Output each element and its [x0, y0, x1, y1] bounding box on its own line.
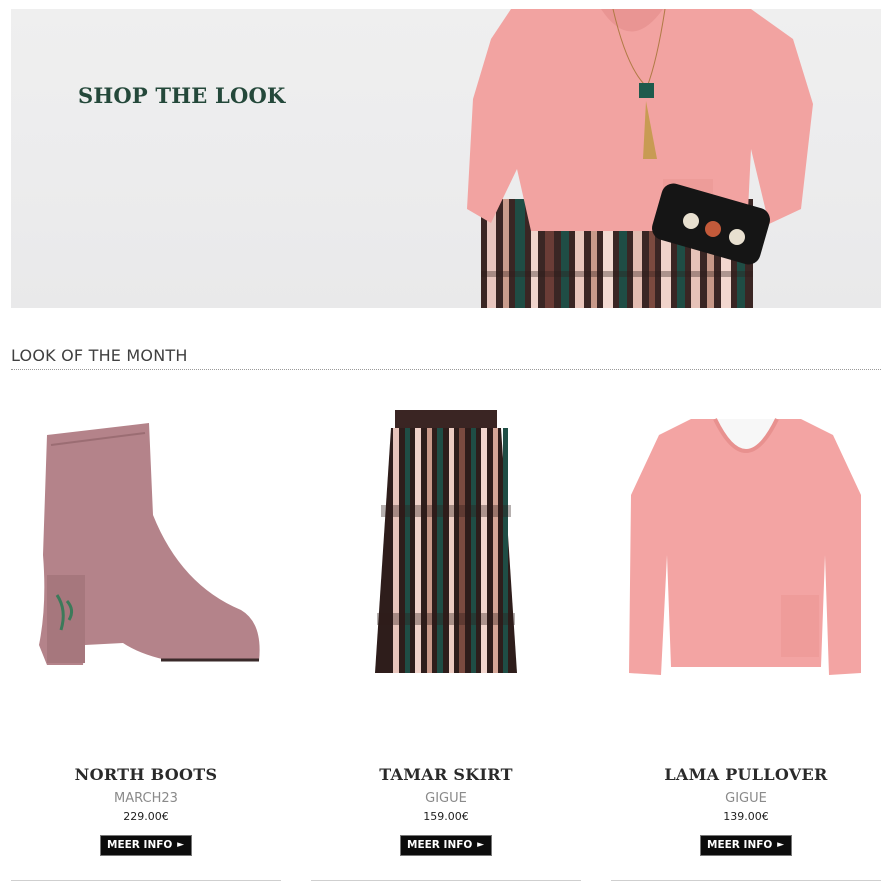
product-card: LAMA PULLOVER GIGUE 139.00€ MEER INFO ► — [611, 400, 881, 886]
product-card: NORTH BOOTS MARCH23 229.00€ MEER INFO ► — [11, 400, 281, 886]
product-image-pullover[interactable] — [611, 405, 881, 685]
hero-banner[interactable]: SHOP THE LOOK — [11, 9, 881, 308]
more-info-label: MEER INFO — [407, 839, 473, 851]
product-card: TAMAR SKIRT GIGUE 159.00€ MEER INFO ► — [311, 400, 581, 886]
arrow-right-icon: ► — [177, 840, 184, 850]
hero-outfit-image — [467, 9, 813, 308]
more-info-button[interactable]: MEER INFO ► — [400, 835, 492, 856]
product-brand: GIGUE — [725, 791, 767, 806]
product-price: 159.00€ — [423, 810, 469, 823]
product-image-skirt[interactable] — [311, 405, 581, 685]
card-divider — [311, 880, 581, 881]
product-brand: GIGUE — [425, 791, 467, 806]
product-name[interactable]: LAMA PULLOVER — [611, 765, 881, 784]
section-title: LOOK OF THE MONTH — [11, 346, 188, 365]
product-image-boots[interactable] — [11, 405, 281, 685]
arrow-right-icon: ► — [477, 840, 484, 850]
card-divider — [11, 880, 281, 881]
more-info-label: MEER INFO — [107, 839, 173, 851]
product-brand: MARCH23 — [114, 791, 178, 806]
more-info-button[interactable]: MEER INFO ► — [700, 835, 792, 856]
product-price: 139.00€ — [723, 810, 769, 823]
product-name[interactable]: TAMAR SKIRT — [311, 765, 581, 784]
more-info-label: MEER INFO — [707, 839, 773, 851]
hero-title: SHOP THE LOOK — [78, 83, 286, 108]
hero-sweater — [467, 9, 813, 231]
product-price: 229.00€ — [123, 810, 169, 823]
card-divider — [611, 880, 881, 881]
product-name[interactable]: NORTH BOOTS — [11, 765, 281, 784]
more-info-button[interactable]: MEER INFO ► — [100, 835, 192, 856]
arrow-right-icon: ► — [777, 840, 784, 850]
page: SHOP THE LOOK LOOK OF THE MONTH NORTH BO… — [0, 0, 890, 894]
section-divider — [11, 369, 881, 370]
